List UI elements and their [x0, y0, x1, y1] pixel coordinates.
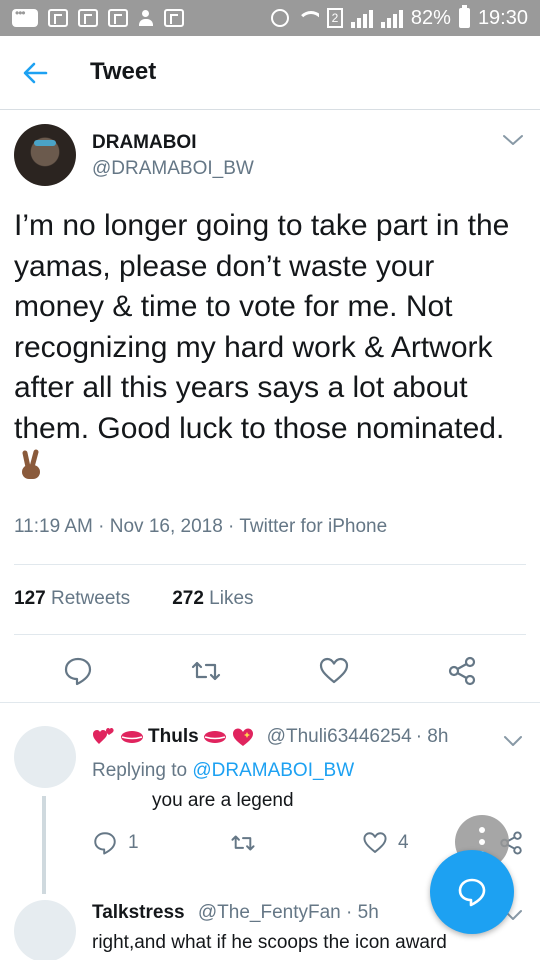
heart-icon[interactable] — [318, 655, 350, 687]
chevron-down-icon[interactable] — [502, 132, 524, 148]
retweets-stat[interactable]: 127 Retweets — [14, 588, 130, 610]
avatar[interactable] — [14, 726, 76, 788]
reply-icon[interactable] — [92, 830, 118, 856]
reply-action-retweet[interactable] — [230, 830, 256, 856]
thread-connector — [42, 796, 46, 894]
notification-icons — [12, 0, 184, 36]
avatar[interactable] — [14, 124, 76, 186]
clock: 19:30 — [477, 6, 528, 29]
facebook-icon — [78, 9, 98, 27]
chevron-down-icon[interactable] — [503, 734, 523, 748]
facebook-icon — [48, 9, 68, 27]
author-handle[interactable]: @DRAMABOI_BW — [92, 158, 254, 180]
signal-icon — [350, 8, 373, 28]
tweet-timestamp: 11:19 AM · Nov 16, 2018 · Twitter for iP… — [14, 516, 388, 537]
tweet-text: I’m no longer going to take part in the … — [14, 206, 530, 491]
more-vertical-icon — [479, 827, 485, 833]
reply-header: Thuls @Thuli63446254 · 8h — [92, 726, 448, 748]
replying-prefix: Replying to — [92, 760, 188, 781]
hearts-emoji-icon — [93, 728, 114, 744]
reply-icon[interactable] — [62, 655, 94, 687]
signal-icon — [380, 8, 403, 28]
retweets-label: Retweets — [50, 588, 131, 609]
facebook-icon — [108, 9, 128, 27]
victory-hand-icon — [22, 449, 40, 479]
tweet-stats: 127 Retweets 272 Likes — [14, 588, 254, 610]
divider — [0, 702, 540, 703]
top-app-bar: Tweet — [0, 36, 540, 110]
like-count: 4 — [398, 832, 409, 853]
compose-reply-icon — [458, 878, 486, 907]
reply-header: Talkstress @The_FentyFan · 5h — [92, 902, 379, 924]
reply-time: · 8h — [415, 726, 449, 747]
lips-emoji-icon — [203, 731, 226, 743]
lips-emoji-icon — [121, 731, 143, 743]
likes-label: Likes — [209, 588, 254, 609]
reply-action-reply[interactable]: 1 — [92, 830, 139, 856]
alarm-icon — [270, 9, 289, 27]
retweet-icon[interactable] — [190, 655, 222, 687]
reply-author-name[interactable]: Thuls — [148, 726, 199, 748]
mention-link[interactable]: @DRAMABOI_BW — [192, 760, 354, 781]
reply-text: you are a legend — [152, 790, 294, 811]
heart-icon[interactable] — [362, 830, 388, 856]
battery-percent: 82% — [410, 6, 451, 29]
reply-author-name[interactable]: Talkstress — [92, 902, 185, 923]
reply-count: 1 — [128, 832, 139, 853]
wifi-icon — [296, 9, 319, 27]
reply-time: · 5h — [346, 902, 379, 923]
sparkling-heart-icon — [232, 728, 253, 746]
system-icons: 2 82% 19:30 — [270, 0, 528, 36]
arrow-left-icon[interactable] — [20, 58, 50, 88]
author-name[interactable]: DRAMABOI — [92, 132, 197, 154]
sim-badge: 2 — [326, 8, 343, 28]
retweet-icon[interactable] — [230, 830, 256, 856]
facebook-icon — [164, 9, 184, 27]
page-title: Tweet — [90, 58, 157, 85]
messages-icon — [12, 6, 38, 27]
reply-text: right,and what if he scoops the icon awa… — [92, 932, 447, 953]
reply-action-like[interactable]: 4 — [362, 830, 409, 856]
tweet-body: I’m no longer going to take part in the … — [14, 209, 510, 445]
likes-count: 272 — [172, 588, 204, 609]
status-bar: 2 82% 19:30 — [0, 0, 540, 36]
reply-author-handle[interactable]: @The_FentyFan — [198, 902, 341, 923]
battery-icon — [458, 5, 470, 28]
more-vertical-icon — [479, 839, 485, 845]
compose-reply-button[interactable] — [430, 850, 514, 934]
share-icon[interactable] — [446, 655, 478, 687]
retweets-count: 127 — [14, 588, 46, 609]
replying-to: Replying to @DRAMABOI_BW — [92, 760, 354, 782]
divider — [14, 634, 526, 635]
person-icon — [138, 9, 154, 27]
avatar[interactable] — [14, 900, 76, 960]
likes-stat[interactable]: 272 Likes — [172, 588, 253, 610]
reply-author-handle[interactable]: @Thuli63446254 — [267, 726, 412, 748]
divider — [14, 564, 526, 565]
